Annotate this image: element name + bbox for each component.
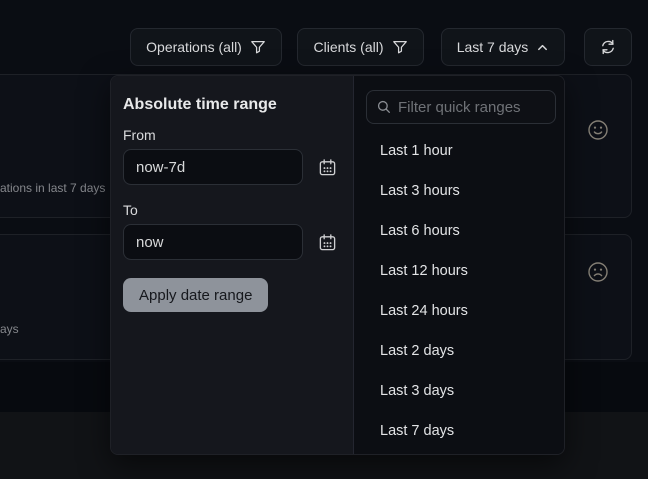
smiley-face-icon [587, 119, 609, 141]
funnel-icon [250, 39, 266, 55]
funnel-icon [392, 39, 408, 55]
absolute-time-range-title: Absolute time range [123, 96, 277, 114]
quick-range-option[interactable]: Last 12 hours [354, 251, 564, 291]
time-range-label: Last 7 days [457, 39, 529, 55]
from-label: From [123, 127, 156, 143]
stat-card-1-caption: ations in last 7 days [0, 181, 105, 195]
refresh-button[interactable] [584, 28, 632, 66]
quick-range-option[interactable]: Last 3 days [354, 371, 564, 411]
quick-range-option[interactable]: Last 3 hours [354, 171, 564, 211]
clients-filter-label: Clients (all) [313, 39, 383, 55]
from-calendar-button[interactable] [317, 158, 337, 178]
quick-range-option[interactable]: Last 6 hours [354, 211, 564, 251]
quick-ranges-search-box [366, 90, 556, 124]
calendar-icon [318, 158, 337, 177]
time-range-picker-popup: Absolute time range From To [110, 75, 565, 455]
absolute-time-range-section: Absolute time range From To [111, 76, 354, 454]
quick-range-option[interactable]: Last 24 hours [354, 291, 564, 331]
clients-filter-button[interactable]: Clients (all) [297, 28, 424, 66]
quick-ranges-filter-input[interactable] [398, 99, 545, 116]
time-range-picker-button[interactable]: Last 7 days [441, 28, 565, 66]
quick-range-option[interactable]: Last 2 days [354, 331, 564, 371]
calendar-icon [318, 233, 337, 252]
quick-range-option[interactable]: Last 1 hour [354, 131, 564, 171]
operations-filter-label: Operations (all) [146, 39, 242, 55]
frowny-face-icon [587, 261, 609, 283]
to-calendar-button[interactable] [317, 233, 337, 253]
operations-filter-button[interactable]: Operations (all) [130, 28, 282, 66]
quick-ranges-section: Last 1 hour Last 3 hours Last 6 hours La… [354, 76, 564, 454]
apply-date-range-button[interactable]: Apply date range [123, 278, 268, 312]
quick-range-option[interactable]: Last 7 days [354, 411, 564, 451]
quick-ranges-list: Last 1 hour Last 3 hours Last 6 hours La… [354, 131, 564, 451]
app-screen: ations in last 7 days ays Operations (al… [0, 0, 648, 479]
from-input[interactable] [123, 149, 303, 185]
to-input[interactable] [123, 224, 303, 260]
chevron-up-icon [536, 41, 549, 54]
stat-card-2-caption: ays [0, 322, 19, 336]
search-icon [377, 100, 391, 114]
refresh-icon [599, 38, 617, 56]
to-label: To [123, 202, 138, 218]
